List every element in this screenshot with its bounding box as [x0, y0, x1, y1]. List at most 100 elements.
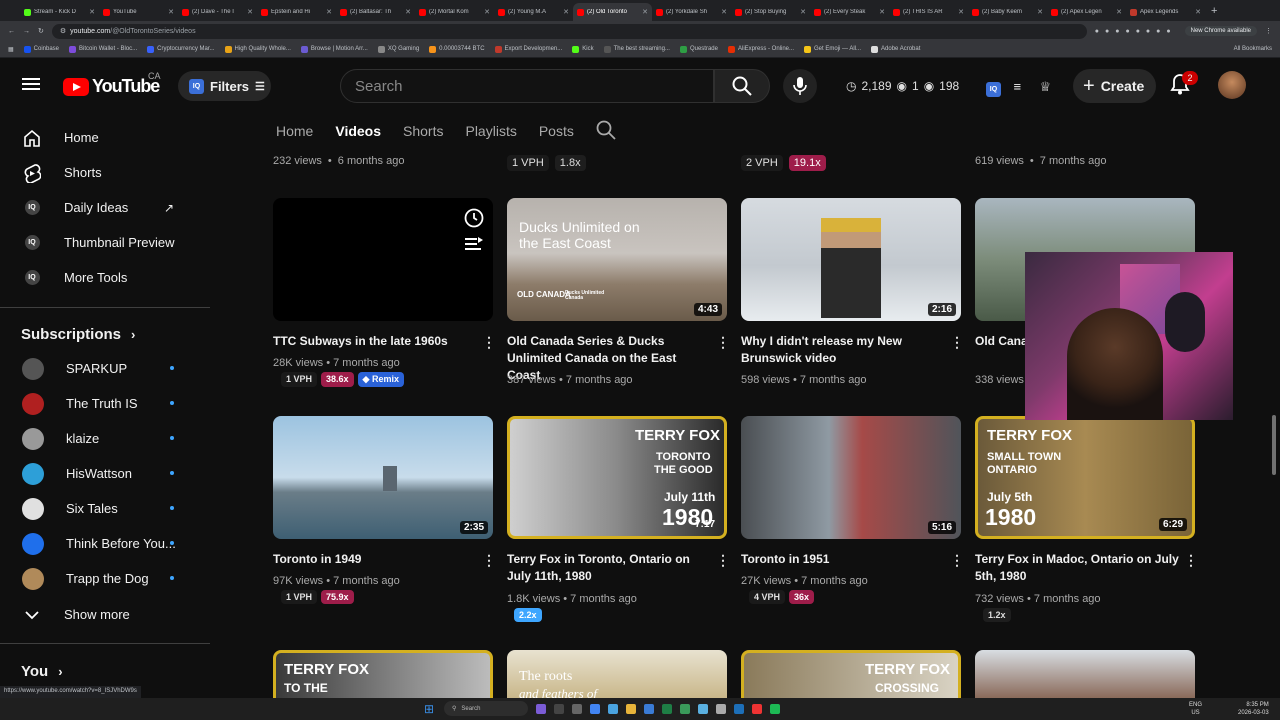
browser-tab[interactable]: (2) Yorkdale Sh ✕	[652, 3, 731, 21]
more-options-icon[interactable]: ⋮	[716, 334, 730, 351]
vidiq-badge-icon[interactable]: IQ	[986, 82, 1001, 97]
tab-shorts[interactable]: Shorts	[403, 123, 443, 139]
sidebar-item-thumbnail-preview[interactable]: IQ Thumbnail Preview	[12, 225, 192, 260]
subscription-item[interactable]: Trapp the Dog	[12, 561, 192, 596]
taskbar-app-icon[interactable]	[734, 704, 744, 714]
bookmark-item[interactable]: High Quality Whole...	[224, 45, 291, 53]
tab-close-icon[interactable]: ✕	[247, 8, 253, 16]
subscription-item[interactable]: Think Before You...	[12, 526, 192, 561]
browser-tab[interactable]: (2) Every Steak ✕	[810, 3, 889, 21]
subscriptions-heading[interactable]: Subscriptions ›	[21, 326, 135, 343]
bookmark-item[interactable]: Cryptocurrency Mar...	[147, 45, 215, 53]
video-title[interactable]: Terry Fox in Toronto, Ontario on July 11…	[507, 551, 712, 585]
tab-close-icon[interactable]: ✕	[405, 8, 411, 16]
extension-icons[interactable]: ●●●●●●●●	[1095, 28, 1177, 35]
more-options-icon[interactable]: ⋮	[1184, 552, 1198, 569]
vidiq-stats[interactable]: ◷ 2,189 ◉ 1 ◉ 198	[846, 71, 976, 101]
bookmark-item[interactable]: The best streaming...	[603, 45, 670, 53]
you-heading[interactable]: You ›	[21, 663, 63, 680]
site-info-icon[interactable]: ⚙	[60, 27, 66, 35]
vidiq-toolbar-icons[interactable]: IQ ≡ ♕	[986, 78, 1051, 97]
taskbar-app-icon[interactable]	[770, 704, 780, 714]
filters-button[interactable]: IQ Filters ☰	[178, 71, 271, 101]
tab-close-icon[interactable]: ✕	[563, 8, 569, 16]
new-tab-icon[interactable]: +	[1211, 5, 1217, 17]
video-title[interactable]: TTC Subways in the late 1960s	[273, 333, 478, 350]
page-scrollbar[interactable]	[1272, 415, 1276, 475]
back-icon[interactable]: ←	[8, 28, 15, 35]
taskbar-app-icon[interactable]	[644, 704, 654, 714]
search-input[interactable]: Search	[340, 69, 714, 103]
all-bookmarks-button[interactable]: All Bookmarks	[1234, 46, 1272, 52]
more-options-icon[interactable]: ⋮	[482, 552, 496, 569]
taskbar-app-icon[interactable]	[536, 704, 546, 714]
bookmark-item[interactable]: XQ Gaming	[377, 45, 419, 53]
video-title[interactable]: Terry Fox in Madoc, Ontario on July 5th,…	[975, 551, 1180, 585]
taskbar-app-icon[interactable]	[608, 704, 618, 714]
remix-badge[interactable]: ◆ Remix	[357, 372, 404, 387]
tab-close-icon[interactable]: ✕	[1195, 8, 1201, 16]
video-thumbnail[interactable]: 2:35	[273, 416, 493, 539]
browser-tab[interactable]: (2) Baltasar: Th ✕	[336, 3, 415, 21]
bookmark-item[interactable]: 0.00003744 BTC	[429, 45, 485, 53]
video-thumbnail[interactable]: Ducks Unlimited on the East Coast OLD CA…	[507, 198, 727, 321]
subscription-item[interactable]: Six Tales	[12, 491, 192, 526]
bookmark-item[interactable]: AliExpress - Online...	[727, 45, 794, 53]
url-field[interactable]: ⚙ youtube.com/@OldTorontoSeries/videos	[51, 23, 1087, 39]
browser-tab[interactable]: Epstein and Hi ✕	[257, 3, 336, 21]
language-indicator[interactable]: ENG US	[1189, 701, 1202, 717]
tab-videos[interactable]: Videos	[335, 123, 381, 139]
bookmark-item[interactable]: Browse | Motion Arr...	[300, 45, 368, 53]
tab-close-icon[interactable]: ✕	[484, 8, 490, 16]
taskbar-app-icon[interactable]	[662, 704, 672, 714]
more-options-icon[interactable]: ⋮	[950, 334, 964, 351]
browser-tab[interactable]: (2) Baby Keem ✕	[968, 3, 1047, 21]
channel-search-icon[interactable]	[596, 120, 616, 143]
bookmark-item[interactable]: Export Developmen...	[494, 45, 562, 53]
video-thumbnail[interactable]	[273, 198, 493, 321]
taskbar-search-box[interactable]: ⚲ Search	[444, 701, 528, 716]
windows-start-icon[interactable]: ⊞	[424, 702, 434, 716]
browser-tab[interactable]: YouTube ✕	[99, 3, 178, 21]
taskbar-app-icon[interactable]	[590, 704, 600, 714]
taskbar-app-icon[interactable]	[572, 704, 582, 714]
tab-close-icon[interactable]: ✕	[1116, 8, 1122, 16]
video-thumbnail[interactable]: TERRY FOX SMALL TOWN ONTARIO July 5th 19…	[975, 416, 1195, 539]
video-thumbnail[interactable]: 2:16	[741, 198, 961, 321]
video-title[interactable]: Why I didn't release my New Brunswick vi…	[741, 333, 946, 367]
taskbar-app-icon[interactable]	[752, 704, 762, 714]
bookmark-item[interactable]: Kick	[572, 45, 594, 53]
video-title[interactable]: Toronto in 1951	[741, 551, 946, 568]
add-to-queue-icon[interactable]	[465, 236, 483, 257]
browser-tab[interactable]: (2) Mortal Kom ✕	[415, 3, 494, 21]
browser-tab[interactable]: Apex Legends ✕	[1126, 3, 1205, 21]
taskbar-app-icon[interactable]	[716, 704, 726, 714]
more-options-icon[interactable]: ⋮	[482, 334, 496, 351]
tab-close-icon[interactable]: ✕	[168, 8, 174, 16]
subscription-item[interactable]: klaize	[12, 421, 192, 456]
new-chrome-button[interactable]: New Chrome available	[1184, 26, 1257, 36]
subscription-item[interactable]: SPARKUP	[12, 351, 192, 386]
bookmark-item[interactable]: Get Emoji — All...	[804, 45, 861, 53]
bookmark-item[interactable]: Questrade	[679, 45, 718, 53]
browser-menu-icon[interactable]: ⋮	[1265, 27, 1272, 35]
tab-playlists[interactable]: Playlists	[465, 123, 516, 139]
video-thumbnail[interactable]: TERRY FOX TORONTO THE GOOD July 11th 198…	[507, 416, 727, 539]
browser-tab[interactable]: (2) Apex Legen ✕	[1047, 3, 1126, 21]
tab-close-icon[interactable]: ✕	[800, 8, 806, 16]
taskbar-app-icon[interactable]	[680, 704, 690, 714]
bookmark-item[interactable]: Adobe Acrobat	[871, 45, 920, 53]
tab-posts[interactable]: Posts	[539, 123, 574, 139]
search-button[interactable]	[714, 69, 770, 103]
video-thumbnail[interactable]: TERRY FOX TO THE	[273, 650, 493, 698]
watch-later-icon[interactable]	[464, 208, 484, 233]
video-thumbnail[interactable]: TERRY FOX CROSSING	[741, 650, 961, 698]
list-icon[interactable]: ≡	[1013, 79, 1021, 94]
more-options-icon[interactable]: ⋮	[716, 552, 730, 569]
video-thumbnail[interactable]: The roots and feathers of	[507, 650, 727, 698]
forward-icon[interactable]: →	[23, 28, 30, 35]
tab-close-icon[interactable]: ✕	[721, 8, 727, 16]
tab-close-icon[interactable]: ✕	[958, 8, 964, 16]
bookmark-item[interactable]: Bitcoin Wallet - Bloc...	[69, 45, 137, 53]
tab-close-icon[interactable]: ✕	[89, 8, 95, 16]
